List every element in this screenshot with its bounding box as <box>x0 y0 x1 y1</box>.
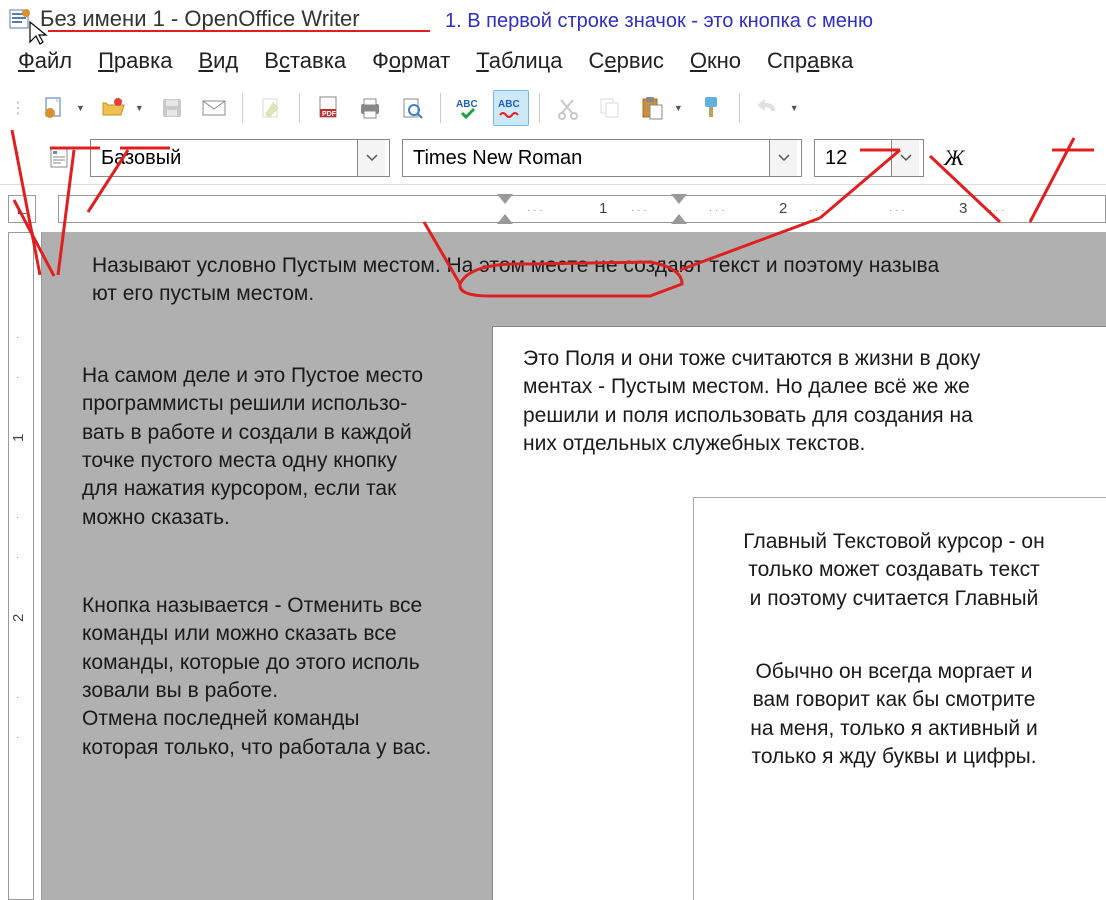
toolbar-grip[interactable]: ⋮ <box>10 98 26 118</box>
separator <box>440 93 441 123</box>
styles-button[interactable] <box>42 140 78 176</box>
svg-text:ABC: ABC <box>456 99 478 110</box>
menu-bar: Файл Правка Вид Вставка Формат Таблица С… <box>0 38 1106 84</box>
ruler-tick: 2 <box>779 200 787 217</box>
annotation-gray-left-1: На самом деле и это Пустое место програм… <box>82 362 482 532</box>
window-title: Без имени 1 - OpenOffice Writer <box>40 6 360 32</box>
mail-button[interactable] <box>196 90 232 126</box>
menu-tools[interactable]: Сервис <box>589 48 664 74</box>
workspace-background[interactable]: Называют условно Пустым местом. На этом … <box>42 232 1106 900</box>
separator <box>739 93 740 123</box>
font-size-combo[interactable] <box>814 139 924 177</box>
font-name-dropdown[interactable] <box>769 140 797 176</box>
pdf-export-button[interactable]: PDF <box>310 90 346 126</box>
paragraph-style-dropdown[interactable] <box>357 140 385 176</box>
menu-edit[interactable]: Правка <box>98 48 172 74</box>
undo-dropdown[interactable]: ▼ <box>790 103 799 113</box>
new-doc-button[interactable] <box>36 90 72 126</box>
separator <box>242 93 243 123</box>
menu-view[interactable]: Вид <box>198 48 238 74</box>
cut-button[interactable] <box>550 90 586 126</box>
cursor-text-1: Главный Текстовой курсор - он только мож… <box>714 528 1074 613</box>
menu-format[interactable]: Формат <box>372 48 450 74</box>
svg-text:PDF: PDF <box>322 111 337 118</box>
annotation-gray-top: Называют условно Пустым местом. На этом … <box>92 252 1052 309</box>
ruler-area: ∟ 1 2 3 · · · · · · · · · · · · · · · · … <box>0 184 1106 232</box>
text-frame[interactable]: Главный Текстовой курсор - он только мож… <box>693 497 1106 900</box>
annotation-underline <box>48 30 430 32</box>
annotation-1: 1. В первой строке значок - это кнопка с… <box>445 10 873 33</box>
font-size-dropdown[interactable] <box>891 140 919 176</box>
toolbar-grip[interactable]: ⋮ <box>10 148 26 168</box>
menu-insert[interactable]: Вставка <box>264 48 346 74</box>
paragraph-style-input[interactable] <box>91 143 357 174</box>
font-size-input[interactable] <box>815 143 891 174</box>
page-margin-text: Это Поля и они тоже считаются в жизни в … <box>523 345 1073 458</box>
copy-button[interactable] <box>592 90 628 126</box>
ruler-tick: 1 <box>599 200 607 217</box>
indent-marker-top[interactable] <box>497 194 513 206</box>
menu-window[interactable]: Окно <box>690 48 741 74</box>
new-doc-dropdown[interactable]: ▼ <box>76 103 85 113</box>
edit-file-button[interactable] <box>253 90 289 126</box>
document-page[interactable]: Это Поля и они тоже считаются в жизни в … <box>492 326 1106 900</box>
vertical-ruler[interactable]: 1 2 · · · · · · <box>0 232 42 900</box>
separator <box>539 93 540 123</box>
save-button[interactable] <box>154 90 190 126</box>
paragraph-style-combo[interactable] <box>90 139 390 177</box>
menu-help[interactable]: Справка <box>767 48 853 74</box>
paste-button[interactable] <box>634 90 670 126</box>
auto-spellcheck-button[interactable]: ABC <box>493 90 529 126</box>
preview-button[interactable] <box>394 90 430 126</box>
formatting-toolbar: ⋮ Ж <box>0 132 1106 184</box>
cursor-icon <box>28 20 50 48</box>
spellcheck-button[interactable]: ABC <box>451 90 487 126</box>
indent-marker-right-top[interactable] <box>671 194 687 206</box>
annotation-gray-left-2: Кнопка называется - Отменить все команды… <box>82 592 482 762</box>
indent-marker-right-bottom[interactable] <box>671 214 687 226</box>
bold-italic-cut[interactable]: Ж <box>944 145 964 171</box>
svg-text:ABC: ABC <box>498 99 520 110</box>
menu-table[interactable]: Таблица <box>476 48 562 74</box>
cursor-text-2: Обычно он всегда моргает и вам говорит к… <box>714 658 1074 771</box>
print-button[interactable] <box>352 90 388 126</box>
indent-marker-bottom[interactable] <box>497 214 513 226</box>
open-button[interactable] <box>95 90 131 126</box>
standard-toolbar: ⋮ ▼ ▼ PDF ABC ABC ▼ ▼ <box>0 84 1106 132</box>
ruler-tick: 3 <box>959 200 967 217</box>
menu-file[interactable]: Файл <box>18 48 72 74</box>
open-dropdown[interactable]: ▼ <box>135 103 144 113</box>
undo-button[interactable] <box>750 90 786 126</box>
separator <box>299 93 300 123</box>
font-name-combo[interactable] <box>402 139 802 177</box>
ruler-corner[interactable]: ∟ <box>8 195 36 223</box>
horizontal-ruler[interactable]: 1 2 3 · · · · · · · · · · · · · · · · · … <box>58 195 1106 223</box>
document-area: 1 2 · · · · · · Называют условно Пустым … <box>0 232 1106 900</box>
format-brush-button[interactable] <box>693 90 729 126</box>
paste-dropdown[interactable]: ▼ <box>674 103 683 113</box>
font-name-input[interactable] <box>403 143 769 174</box>
